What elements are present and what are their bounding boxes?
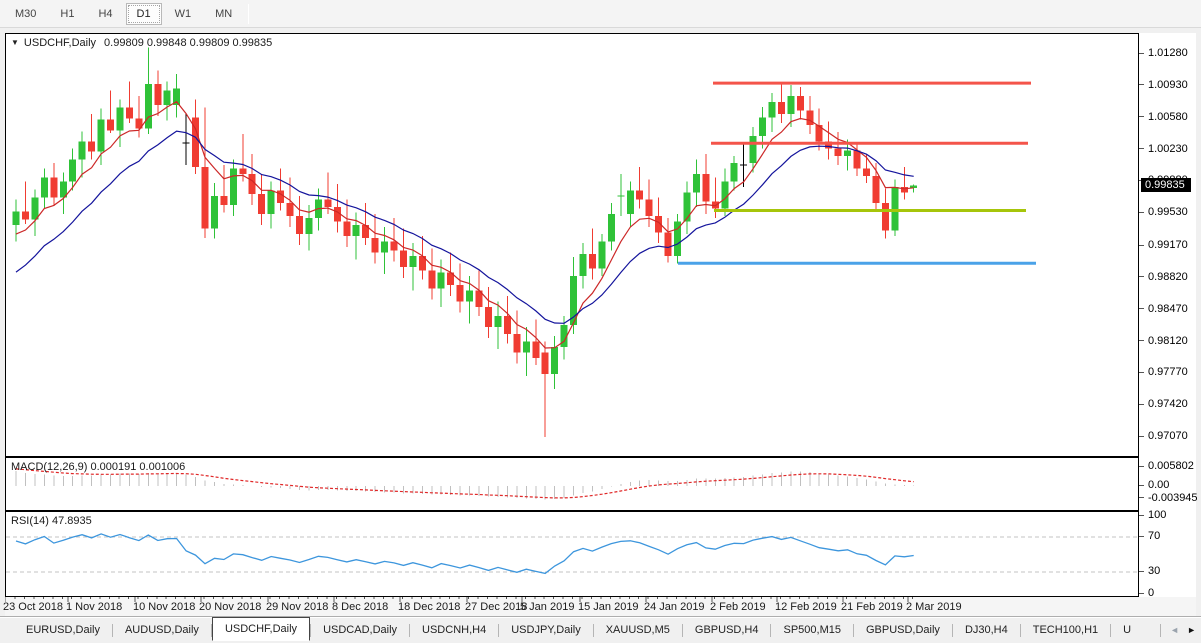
date-axis-label: 18 Dec 2018 xyxy=(398,601,460,613)
price-axis-label: 0.97420 xyxy=(1148,398,1188,410)
date-axis-label: 1 Nov 2018 xyxy=(66,601,122,613)
chart-tab-usdcad-daily[interactable]: USDCAD,Daily xyxy=(311,620,409,641)
price-axis-label: 1.01280 xyxy=(1148,47,1188,59)
tab-nav-separator xyxy=(1160,624,1161,637)
price-axis-label: 0.98120 xyxy=(1148,335,1188,347)
rsi-axis[interactable]: 10070300 xyxy=(1139,511,1196,597)
price-axis-label: 0.97070 xyxy=(1148,430,1188,442)
date-axis-label: 20 Nov 2018 xyxy=(199,601,261,613)
chart-tab-xauusd-m5[interactable]: XAUUSD,M5 xyxy=(594,620,682,641)
macd-axis-label-tick xyxy=(1139,485,1144,486)
rsi-indicator-pane[interactable]: RSI(14) 47.8935 xyxy=(5,511,1139,597)
chart-tab-usdcnh-h4[interactable]: USDCNH,H4 xyxy=(410,620,498,641)
price-axis-label: 0.97770 xyxy=(1148,366,1188,378)
chart-symbol-label: USDCHF,Daily xyxy=(24,37,96,49)
chart-tab-usdjpy-daily[interactable]: USDJPY,Daily xyxy=(499,620,593,641)
price-axis-label-tick xyxy=(1139,148,1144,149)
rsi-axis-label: 100 xyxy=(1148,509,1166,521)
price-chart-pane[interactable]: ▼ USDCHF,Daily 0.99809 0.99848 0.99809 0.9… xyxy=(5,33,1139,457)
rsi-axis-label-tick xyxy=(1139,515,1144,516)
price-chart-canvas[interactable] xyxy=(6,34,1138,456)
date-axis-label: 8 Dec 2018 xyxy=(332,601,388,613)
macd-axis-label-tick xyxy=(1139,466,1144,467)
macd-indicator-pane[interactable]: MACD(12,26,9) 0.000191 0.001006 xyxy=(5,457,1139,511)
macd-axis-label: 0.005802 xyxy=(1148,460,1194,472)
date-axis-label: 10 Nov 2018 xyxy=(133,601,195,613)
chart-ohlc-values: 0.99809 0.99848 0.99809 0.99835 xyxy=(104,37,272,49)
date-axis-label: 27 Dec 2018 xyxy=(465,601,527,613)
rsi-canvas[interactable] xyxy=(6,512,1138,596)
macd-axis-label: -0.003945 xyxy=(1148,492,1198,504)
chart-tab-u[interactable]: U xyxy=(1111,620,1133,641)
price-axis-label: 1.00580 xyxy=(1148,111,1188,123)
timeframe-button-h1[interactable]: H1 xyxy=(49,3,85,25)
rsi-axis-label: 30 xyxy=(1148,565,1160,577)
price-axis-label-tick xyxy=(1139,212,1144,213)
rsi-label: RSI(14) 47.8935 xyxy=(11,515,92,527)
rsi-axis-label: 70 xyxy=(1148,530,1160,542)
timeframe-toolbar: M30H1H4D1W1MN xyxy=(0,0,1201,28)
price-axis-label-tick xyxy=(1139,276,1144,277)
timeframe-button-m30[interactable]: M30 xyxy=(4,3,47,25)
timeframe-button-d1[interactable]: D1 xyxy=(126,3,162,25)
date-axis-label: 12 Feb 2019 xyxy=(775,601,837,613)
price-axis-label-tick xyxy=(1139,436,1144,437)
date-axis-label: 15 Jan 2019 xyxy=(578,601,639,613)
macd-axis[interactable]: 0.005802 0.00-0.003945 xyxy=(1139,457,1196,511)
price-axis-label-tick xyxy=(1139,372,1144,373)
price-axis-label: 0.98470 xyxy=(1148,303,1188,315)
timeframe-button-mn[interactable]: MN xyxy=(204,3,243,25)
date-axis-label: 2 Mar 2019 xyxy=(906,601,962,613)
macd-axis-label: 0.00 xyxy=(1148,479,1169,491)
price-axis-label-tick xyxy=(1139,340,1144,341)
tab-scroll-left-icon[interactable]: ◄ xyxy=(1168,622,1181,638)
chart-tab-eurusd-daily[interactable]: EURUSD,Daily xyxy=(14,620,112,641)
chart-tab-sp500-m15[interactable]: SP500,M15 xyxy=(771,620,852,641)
chart-tab-usdchf-daily[interactable]: USDCHF,Daily xyxy=(212,617,310,641)
chart-tab-gbpusd-daily[interactable]: GBPUSD,Daily xyxy=(854,620,952,641)
timeframe-button-h4[interactable]: H4 xyxy=(87,3,123,25)
date-axis-label: 5 Jan 2019 xyxy=(520,601,574,613)
macd-label: MACD(12,26,9) 0.000191 0.001006 xyxy=(11,461,185,473)
date-axis-label: 2 Feb 2019 xyxy=(710,601,766,613)
date-axis-label: 21 Feb 2019 xyxy=(841,601,903,613)
price-axis-label: 1.00230 xyxy=(1148,143,1188,155)
date-axis-label: 24 Jan 2019 xyxy=(644,601,705,613)
macd-axis-label-tick xyxy=(1139,497,1144,498)
price-axis-label: 0.99170 xyxy=(1148,239,1188,251)
price-axis[interactable]: 1.012801.009301.005801.002300.998800.995… xyxy=(1139,33,1196,457)
chart-tab-audusd-daily[interactable]: AUDUSD,Daily xyxy=(113,620,211,641)
price-axis-label: 0.98820 xyxy=(1148,271,1188,283)
rsi-axis-label-tick xyxy=(1139,571,1144,572)
price-axis-label-tick xyxy=(1139,308,1144,309)
date-axis[interactable]: 23 Oct 20181 Nov 2018 10 Nov 2018 20 Nov 2… xyxy=(5,597,1196,616)
rsi-axis-label-tick xyxy=(1139,593,1144,594)
chart-title: ▼ USDCHF,Daily 0.99809 0.99848 0.99809 0.9… xyxy=(11,37,272,49)
collapse-arrow-icon[interactable]: ▼ xyxy=(11,38,19,47)
tab-scroll-nav: ◄► xyxy=(1160,622,1198,638)
timeframe-button-w1[interactable]: W1 xyxy=(164,3,203,25)
chart-tab-bar: EURUSD,DailyAUDUSD,DailyUSDCHF,DailyUSDC… xyxy=(0,618,1201,643)
chart-tab-gbpusd-h4[interactable]: GBPUSD,H4 xyxy=(683,620,771,641)
price-axis-label: 0.99530 xyxy=(1148,206,1188,218)
tab-scroll-right-icon[interactable]: ► xyxy=(1185,622,1198,638)
date-axis-label: 23 Oct 2018 xyxy=(3,601,63,613)
chart-tab-tech100-h1[interactable]: TECH100,H1 xyxy=(1021,620,1110,641)
price-axis-label-tick xyxy=(1139,84,1144,85)
date-axis-label: 29 Nov 2018 xyxy=(266,601,328,613)
chart-tab-dj30-h4[interactable]: DJ30,H4 xyxy=(953,620,1020,641)
price-axis-label-tick xyxy=(1139,245,1144,246)
current-price-box: 0.99835 xyxy=(1141,178,1191,192)
price-axis-label-tick xyxy=(1139,116,1144,117)
price-axis-label-tick xyxy=(1139,404,1144,405)
price-axis-label: 1.00930 xyxy=(1148,79,1188,91)
rsi-axis-label-tick xyxy=(1139,536,1144,537)
price-axis-label-tick xyxy=(1139,53,1144,54)
toolbar-separator xyxy=(248,4,249,24)
